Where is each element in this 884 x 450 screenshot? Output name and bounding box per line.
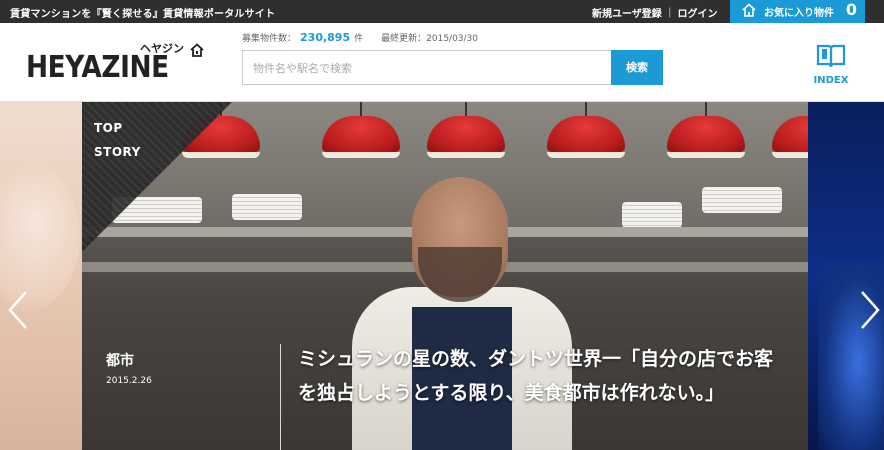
logo-house-icon xyxy=(190,42,204,61)
logo-kana: ヘヤジン xyxy=(140,42,184,55)
top-story-label: TOP STORY xyxy=(94,116,141,164)
top-bar: 賃貸マンションを『賢く探せる』賃貸情報ポータルサイト 新規ユーザ登録 | ログイ… xyxy=(0,0,884,23)
article-headline[interactable]: ミシュランの星の数、ダントツ世界一「自分の店でお客を独占しようとする限り、美食都… xyxy=(298,342,778,410)
chevron-right-icon[interactable] xyxy=(858,290,882,330)
chevron-left-icon[interactable] xyxy=(6,290,30,330)
index-label: INDEX xyxy=(813,75,849,86)
listing-count: 230,895 xyxy=(300,31,351,44)
top-story-line2: STORY xyxy=(94,145,141,159)
top-story-line1: TOP xyxy=(94,121,123,135)
account-nav: 新規ユーザ登録 | ログイン xyxy=(592,5,717,20)
favorites-count: 0 xyxy=(845,0,857,19)
site-tagline: 賃貸マンションを『賢く探せる』賃貸情報ポータルサイト xyxy=(10,9,276,20)
book-icon xyxy=(815,44,847,73)
search-input[interactable]: 物件名や駅名で検索 xyxy=(242,50,612,85)
nav-separator: | xyxy=(667,7,672,18)
stats-unit: 件 xyxy=(354,34,364,44)
stats-label: 募集物件数： xyxy=(242,34,297,44)
site-header: HEYAZINE ヘヤジン 募集物件数： 230,895 件 最終更新：2015… xyxy=(0,23,884,102)
index-button[interactable]: INDEX xyxy=(806,43,856,86)
favorites-label: お気に入り物件 xyxy=(764,8,834,19)
house-icon xyxy=(742,2,756,21)
register-link[interactable]: 新規ユーザ登録 xyxy=(592,5,662,20)
search-button[interactable]: 検索 xyxy=(611,50,663,85)
favorites-button[interactable]: お気に入り物件 0 xyxy=(730,0,865,23)
listing-stats: 募集物件数： 230,895 件 最終更新：2015/03/30 xyxy=(242,31,478,44)
login-link[interactable]: ログイン xyxy=(677,5,717,20)
article-date: 2015.2.26 xyxy=(106,376,152,386)
article-category[interactable]: 都市 xyxy=(106,350,134,370)
divider xyxy=(280,344,281,450)
next-slide-preview[interactable] xyxy=(808,102,884,450)
hero-slider[interactable]: TOP STORY 都市 2015.2.26 ミシュランの星の数、ダントツ世界一… xyxy=(0,102,884,450)
prev-slide-preview[interactable] xyxy=(0,102,82,450)
last-updated: 最終更新：2015/03/30 xyxy=(381,34,479,44)
